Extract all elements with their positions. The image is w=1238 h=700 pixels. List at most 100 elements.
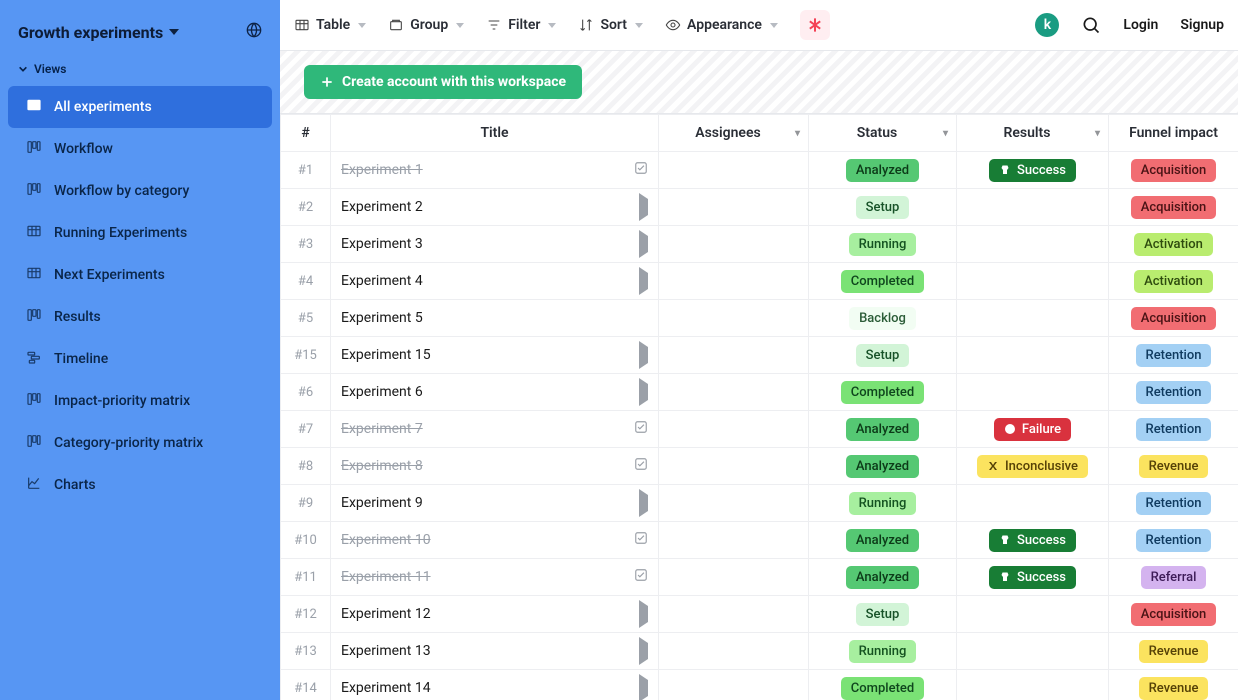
row-funnel-cell[interactable]: Acquisition [1109, 152, 1238, 189]
row-funnel-cell[interactable]: Revenue [1109, 448, 1238, 485]
checkbox-icon[interactable] [634, 420, 648, 438]
table-row[interactable]: #8Experiment 8AnalyzedInconclusiveRevenu… [281, 448, 1238, 485]
login-link[interactable]: Login [1123, 17, 1158, 33]
play-icon[interactable] [639, 606, 648, 622]
row-status-cell[interactable]: Setup [809, 596, 957, 633]
row-title-cell[interactable]: Experiment 14 [331, 670, 659, 700]
row-assignees[interactable] [659, 189, 809, 226]
row-funnel-cell[interactable]: Retention [1109, 522, 1238, 559]
col-header-results[interactable]: Results▾ [957, 115, 1109, 152]
row-assignees[interactable] [659, 485, 809, 522]
col-header-index[interactable]: # [281, 115, 331, 152]
row-status-cell[interactable]: Analyzed [809, 522, 957, 559]
col-header-assignees[interactable]: Assignees▾ [659, 115, 809, 152]
row-title-cell[interactable]: Experiment 5 [331, 300, 659, 337]
row-results-cell[interactable]: Success [957, 559, 1109, 596]
row-title-cell[interactable]: Experiment 3 [331, 226, 659, 263]
table-row[interactable]: #2Experiment 2SetupAcquisition [281, 189, 1238, 226]
row-title-cell[interactable]: Experiment 13 [331, 633, 659, 670]
sidebar-item-workflow[interactable]: Workflow [8, 128, 272, 170]
alert-button[interactable] [800, 10, 830, 40]
row-assignees[interactable] [659, 670, 809, 700]
sidebar-item-next-experiments[interactable]: Next Experiments [8, 254, 272, 296]
play-icon[interactable] [639, 643, 648, 659]
checkbox-icon[interactable] [634, 531, 648, 549]
play-icon[interactable] [639, 236, 648, 252]
row-title-cell[interactable]: Experiment 4 [331, 263, 659, 300]
row-status-cell[interactable]: Completed [809, 263, 957, 300]
checkbox-icon[interactable] [634, 457, 648, 475]
signup-link[interactable]: Signup [1180, 17, 1224, 33]
row-status-cell[interactable]: Backlog [809, 300, 957, 337]
row-status-cell[interactable]: Analyzed [809, 448, 957, 485]
table-row[interactable]: #10Experiment 10AnalyzedSuccessRetention [281, 522, 1238, 559]
table-container[interactable]: # Title Assignees▾ Status▾ Results▾ Funn… [280, 114, 1238, 700]
row-results-cell[interactable] [957, 374, 1109, 411]
table-row[interactable]: #5Experiment 5BacklogAcquisition [281, 300, 1238, 337]
row-assignees[interactable] [659, 226, 809, 263]
table-row[interactable]: #11Experiment 11AnalyzedSuccessReferral [281, 559, 1238, 596]
row-funnel-cell[interactable]: Revenue [1109, 633, 1238, 670]
row-funnel-cell[interactable]: Acquisition [1109, 300, 1238, 337]
row-title-cell[interactable]: Experiment 2 [331, 189, 659, 226]
row-title-cell[interactable]: Experiment 6 [331, 374, 659, 411]
sidebar-item-timeline[interactable]: Timeline [8, 338, 272, 380]
row-funnel-cell[interactable]: Revenue [1109, 670, 1238, 700]
table-row[interactable]: #7Experiment 7AnalyzedFailureRetention [281, 411, 1238, 448]
row-title-cell[interactable]: Experiment 1 [331, 152, 659, 189]
row-results-cell[interactable]: Inconclusive [957, 448, 1109, 485]
row-results-cell[interactable] [957, 670, 1109, 700]
row-assignees[interactable] [659, 448, 809, 485]
workspace-switcher[interactable]: Growth experiments [18, 23, 179, 42]
group-button[interactable]: Group [388, 17, 464, 33]
play-icon[interactable] [639, 273, 648, 289]
row-results-cell[interactable] [957, 485, 1109, 522]
table-row[interactable]: #3Experiment 3RunningActivation [281, 226, 1238, 263]
row-funnel-cell[interactable]: Activation [1109, 263, 1238, 300]
row-funnel-cell[interactable]: Retention [1109, 337, 1238, 374]
sidebar-item-category-priority-matrix[interactable]: Category-priority matrix [8, 422, 272, 464]
row-assignees[interactable] [659, 522, 809, 559]
row-assignees[interactable] [659, 596, 809, 633]
row-results-cell[interactable] [957, 300, 1109, 337]
row-funnel-cell[interactable]: Referral [1109, 559, 1238, 596]
table-row[interactable]: #15Experiment 15SetupRetention [281, 337, 1238, 374]
sidebar-item-running-experiments[interactable]: Running Experiments [8, 212, 272, 254]
col-header-funnel[interactable]: Funnel impact [1109, 115, 1238, 152]
row-status-cell[interactable]: Running [809, 485, 957, 522]
sort-button[interactable]: Sort [578, 17, 643, 33]
row-title-cell[interactable]: Experiment 15 [331, 337, 659, 374]
table-row[interactable]: #12Experiment 12SetupAcquisition [281, 596, 1238, 633]
row-title-cell[interactable]: Experiment 10 [331, 522, 659, 559]
row-assignees[interactable] [659, 263, 809, 300]
row-status-cell[interactable]: Analyzed [809, 152, 957, 189]
sidebar-item-charts[interactable]: Charts [8, 464, 272, 506]
table-view-button[interactable]: Table [294, 17, 366, 33]
row-status-cell[interactable]: Setup [809, 337, 957, 374]
sidebar-item-results[interactable]: Results [8, 296, 272, 338]
row-status-cell[interactable]: Analyzed [809, 559, 957, 596]
row-results-cell[interactable] [957, 226, 1109, 263]
row-results-cell[interactable] [957, 189, 1109, 226]
row-status-cell[interactable]: Running [809, 633, 957, 670]
row-funnel-cell[interactable]: Retention [1109, 485, 1238, 522]
col-header-status[interactable]: Status▾ [809, 115, 957, 152]
filter-button[interactable]: Filter [486, 17, 556, 33]
row-status-cell[interactable]: Setup [809, 189, 957, 226]
col-header-title[interactable]: Title [331, 115, 659, 152]
row-assignees[interactable] [659, 300, 809, 337]
row-funnel-cell[interactable]: Acquisition [1109, 596, 1238, 633]
row-funnel-cell[interactable]: Retention [1109, 411, 1238, 448]
appearance-button[interactable]: Appearance [665, 17, 778, 33]
row-results-cell[interactable]: Failure [957, 411, 1109, 448]
row-status-cell[interactable]: Running [809, 226, 957, 263]
play-icon[interactable] [639, 199, 648, 215]
row-assignees[interactable] [659, 152, 809, 189]
row-assignees[interactable] [659, 633, 809, 670]
row-funnel-cell[interactable]: Acquisition [1109, 189, 1238, 226]
row-funnel-cell[interactable]: Activation [1109, 226, 1238, 263]
table-row[interactable]: #14Experiment 14CompletedRevenue [281, 670, 1238, 700]
sidebar-item-all-experiments[interactable]: All experiments [8, 86, 272, 128]
row-assignees[interactable] [659, 374, 809, 411]
globe-icon[interactable] [246, 22, 262, 42]
